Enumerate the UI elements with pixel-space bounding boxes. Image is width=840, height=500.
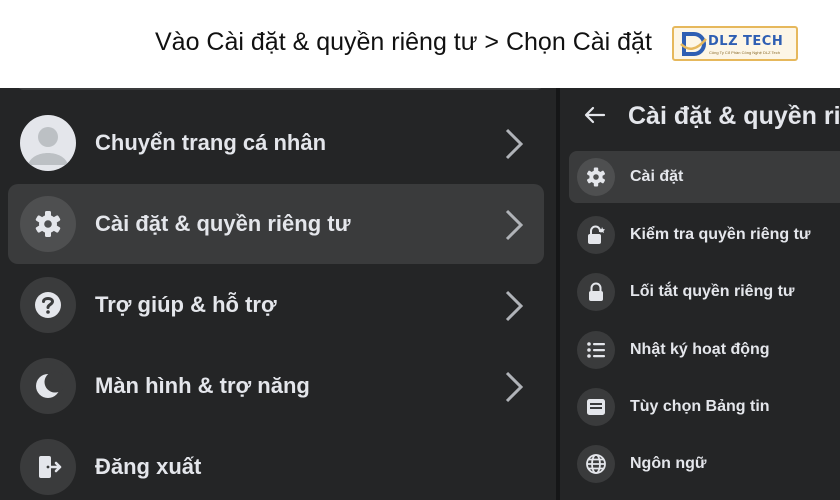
menu-item-help-support[interactable]: Trợ giúp & hỗ trợ: [8, 265, 544, 345]
logo-tagline: Công Ty Cổ Phần Công Nghệ DLZ Tech: [709, 50, 781, 55]
previous-row-edge: [18, 88, 542, 90]
logo-wordmark: DLZ TECH: [708, 34, 784, 49]
chevron-right-icon: [505, 128, 524, 160]
logout-icon: [20, 439, 76, 495]
menu-item-label: Màn hình & trợ năng: [95, 373, 310, 398]
list-icon: [577, 331, 615, 369]
chevron-right-icon: [505, 290, 524, 322]
submenu-item-label: Tùy chọn Bảng tin: [630, 398, 770, 415]
account-menu: Chuyển trang cá nhân Cài đặt & quyền riê…: [0, 88, 556, 500]
logo-mark-icon: [680, 32, 707, 56]
submenu-item-settings[interactable]: Cài đặt: [569, 151, 840, 203]
caption-text: Vào Cài đặt & quyền riêng tư > Chọn Cài …: [155, 28, 652, 56]
menu-item-switch-profile[interactable]: Chuyển trang cá nhân: [8, 103, 544, 183]
submenu-item-label: Lối tắt quyền riêng tư: [630, 283, 795, 300]
menu-item-label: Đăng xuất: [95, 454, 202, 479]
submenu-item-privacy-check[interactable]: Kiểm tra quyền riêng tư: [569, 209, 840, 261]
menu-item-logout[interactable]: Đăng xuất: [8, 427, 544, 500]
app-screenshot: Chuyển trang cá nhân Cài đặt & quyền riê…: [0, 88, 840, 500]
chevron-right-icon: [505, 371, 524, 403]
submenu-item-language[interactable]: Ngôn ngữ: [569, 438, 840, 490]
settings-privacy-panel: Cài đặt & quyền riêng tư Cài đặt: [560, 88, 840, 500]
menu-item-settings-privacy[interactable]: Cài đặt & quyền riêng tư: [8, 184, 544, 264]
submenu-item-activity-log[interactable]: Nhật ký hoạt động: [569, 324, 840, 376]
avatar: [20, 115, 76, 171]
submenu-item-label: Cài đặt: [630, 168, 684, 185]
submenu-item-feed-preferences[interactable]: Tùy chọn Bảng tin: [569, 381, 840, 433]
feed-icon: [577, 388, 615, 426]
lock-icon: [577, 273, 615, 311]
menu-item-display-accessibility[interactable]: Màn hình & trợ năng: [8, 346, 544, 426]
menu-item-label: Trợ giúp & hỗ trợ: [95, 292, 277, 317]
submenu-item-label: Ngôn ngữ: [630, 455, 707, 472]
chevron-right-icon: [505, 209, 524, 241]
menu-item-label: Cài đặt & quyền riêng tư: [95, 211, 351, 236]
panel-title: Cài đặt & quyền riêng tư: [628, 102, 840, 130]
menu-item-label: Chuyển trang cá nhân: [95, 130, 327, 155]
submenu-item-label: Kiểm tra quyền riêng tư: [630, 226, 811, 243]
dlz-tech-logo: DLZ TECH Công Ty Cổ Phần Công Nghệ DLZ T…: [672, 26, 798, 61]
question-icon: [20, 277, 76, 333]
caption-bar: Vào Cài đặt & quyền riêng tư > Chọn Cài …: [0, 0, 840, 88]
moon-icon: [20, 358, 76, 414]
globe-icon: [577, 445, 615, 483]
submenu-item-privacy-shortcuts[interactable]: Lối tắt quyền riêng tư: [569, 266, 840, 318]
gear-icon: [20, 196, 76, 252]
back-arrow-icon[interactable]: [584, 106, 606, 124]
gear-icon: [577, 158, 615, 196]
submenu-item-label: Nhật ký hoạt động: [630, 341, 770, 358]
lock-check-icon: [577, 216, 615, 254]
